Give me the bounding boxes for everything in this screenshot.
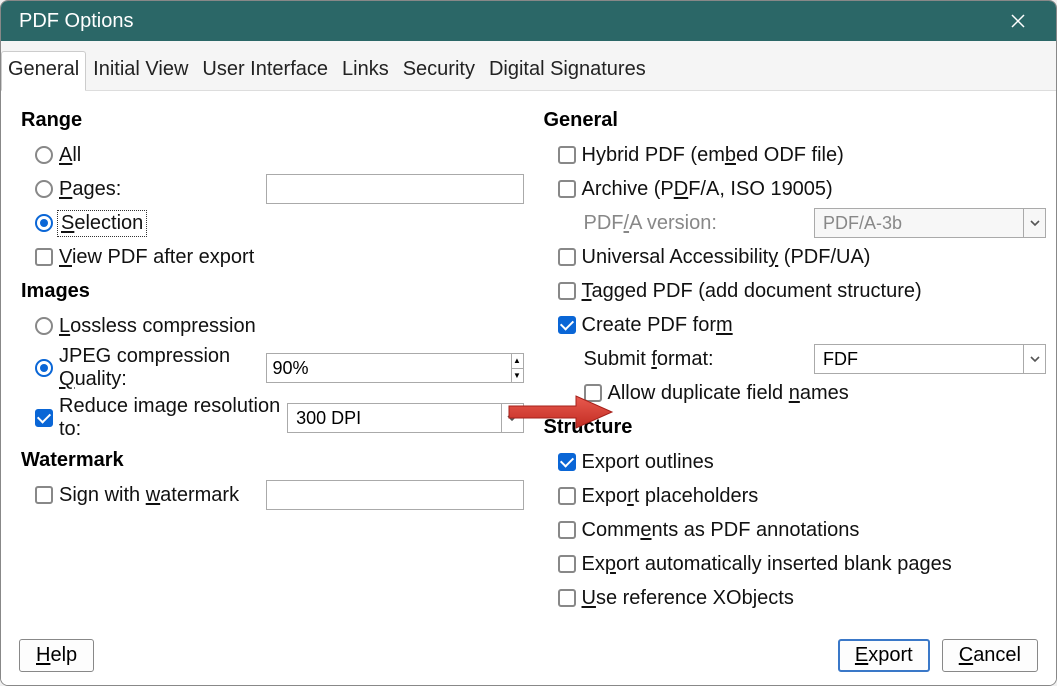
label-watermark[interactable]: Sign with watermark [59,484,239,507]
label-tagged-pdf[interactable]: Tagged PDF (add document structure) [582,280,922,303]
watermark-title: Watermark [21,449,524,472]
dpi-combo[interactable]: 300 DPI [287,403,523,433]
label-export-outlines[interactable]: Export outlines [582,451,714,474]
label-submit-format: Submit format: [584,348,714,371]
tab-initial-view[interactable]: Initial View [86,51,195,90]
label-export-placeholders[interactable]: Export placeholders [582,485,759,508]
radio-selection[interactable] [35,214,53,232]
label-all[interactable]: All [59,144,81,167]
spinner-up-icon[interactable]: ▲ [512,354,523,369]
checkbox-tagged-pdf[interactable] [558,282,576,300]
label-lossless[interactable]: Lossless compression [59,315,256,338]
export-button[interactable]: Export [838,639,930,672]
label-xobjects[interactable]: Use reference XObjects [582,587,794,610]
label-comments-annotations[interactable]: Comments as PDF annotations [582,519,860,542]
label-archive[interactable]: Archive (PDF/A, ISO 19005) [582,178,833,201]
titlebar: PDF Options [1,1,1056,41]
label-create-pdf-form[interactable]: Create PDF form [582,314,733,337]
chevron-down-icon [1023,209,1045,237]
cancel-button[interactable]: Cancel [942,639,1038,672]
spinner-down-icon[interactable]: ▼ [512,369,523,383]
jpeg-quality-input[interactable] [267,354,511,382]
pdfa-version-select: PDF/A-3b [814,208,1046,238]
watermark-input[interactable] [266,480,524,510]
radio-lossless[interactable] [35,317,53,335]
pdfa-version-value: PDF/A-3b [815,211,1023,236]
close-icon [1010,13,1026,29]
images-title: Images [21,280,524,303]
pages-input[interactable] [266,174,524,204]
left-column: Range All Pages: Selection View PDF afte… [1,91,534,627]
label-universal-accessibility[interactable]: Universal Accessibility (PDF/UA) [582,246,871,269]
checkbox-comments-annotations[interactable] [558,521,576,539]
structure-title: Structure [544,416,1047,439]
checkbox-export-outlines[interactable] [558,453,576,471]
tab-user-interface[interactable]: User Interface [195,51,335,90]
right-column: General Hybrid PDF (embed ODF file) Arch… [534,91,1057,627]
checkbox-view-after-export[interactable] [35,248,53,266]
checkbox-create-pdf-form[interactable] [558,316,576,334]
jpeg-quality-spinner[interactable]: ▲ ▼ [266,353,524,383]
chevron-down-icon[interactable] [501,404,523,432]
tab-security[interactable]: Security [396,51,482,90]
submit-format-value: FDF [815,347,1023,372]
chevron-down-icon[interactable] [1023,345,1045,373]
range-title: Range [21,109,524,132]
submit-format-select[interactable]: FDF [814,344,1046,374]
label-reduce-resolution[interactable]: Reduce image resolution to: [59,395,287,441]
checkbox-export-placeholders[interactable] [558,487,576,505]
radio-pages[interactable] [35,180,53,198]
tab-links[interactable]: Links [335,51,396,90]
dpi-value: 300 DPI [288,406,500,431]
label-hybrid-pdf[interactable]: Hybrid PDF (embed ODF file) [582,144,844,167]
label-pages[interactable]: Pages: [59,178,121,201]
tab-digital-signatures[interactable]: Digital Signatures [482,51,653,90]
radio-all[interactable] [35,146,53,164]
checkbox-universal-accessibility[interactable] [558,248,576,266]
checkbox-duplicate-field-names[interactable] [584,384,602,402]
general-title: General [544,109,1047,132]
radio-jpeg[interactable] [35,359,53,377]
tab-general[interactable]: General [1,51,86,91]
content-area: Range All Pages: Selection View PDF afte… [1,91,1056,627]
label-selection[interactable]: Selection [59,212,145,235]
checkbox-hybrid-pdf[interactable] [558,146,576,164]
label-blank-pages[interactable]: Export automatically inserted blank page… [582,553,952,576]
label-jpeg[interactable]: JPEG compression Quality: [59,345,266,391]
checkbox-archive[interactable] [558,180,576,198]
help-button[interactable]: Help [19,639,94,672]
label-duplicate-field-names[interactable]: Allow duplicate field names [608,382,849,405]
label-view-after-export[interactable]: View PDF after export [59,246,254,269]
tab-bar: General Initial View User Interface Link… [1,41,1056,91]
close-button[interactable] [998,1,1038,41]
pdf-options-dialog: PDF Options General Initial View User In… [0,0,1057,686]
dialog-title: PDF Options [19,10,133,33]
checkbox-watermark[interactable] [35,486,53,504]
button-bar: Help Export Cancel [1,627,1056,686]
checkbox-blank-pages[interactable] [558,555,576,573]
checkbox-xobjects[interactable] [558,589,576,607]
checkbox-reduce-resolution[interactable] [35,409,53,427]
label-pdfa-version: PDF/A version: [584,212,717,235]
